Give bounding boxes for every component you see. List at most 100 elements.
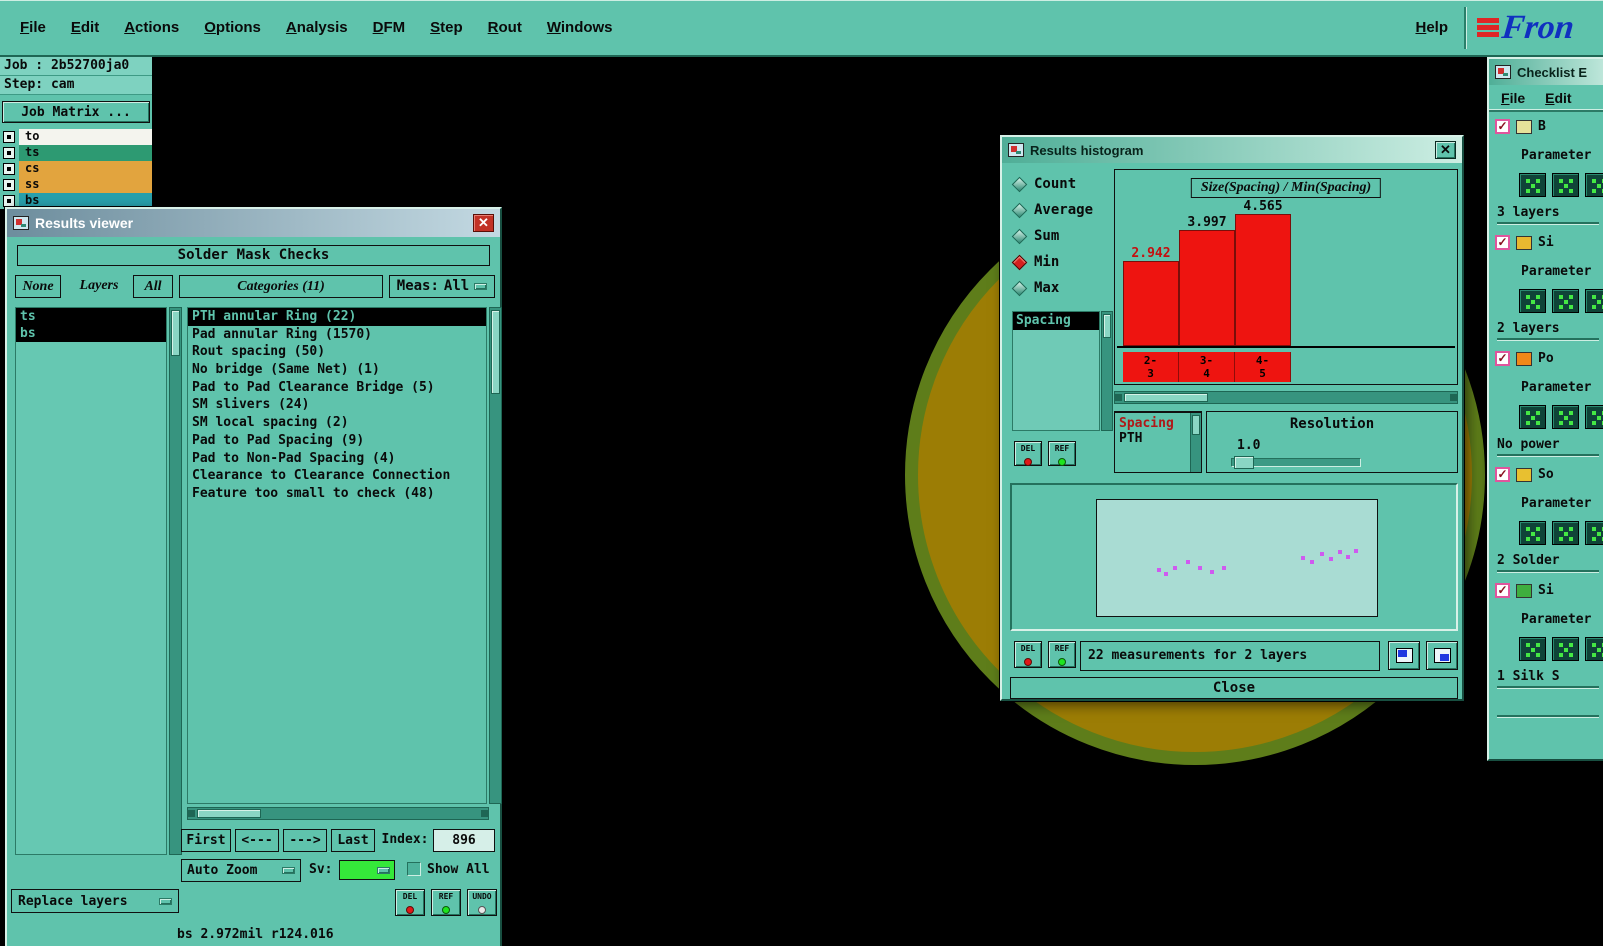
chart-hscrollbar[interactable] <box>1114 391 1458 404</box>
ref-button[interactable]: REF <box>1048 641 1076 668</box>
checklist-titlebar[interactable]: Checklist E <box>1489 59 1603 85</box>
action-icon-button[interactable] <box>1519 288 1546 313</box>
layer-checkbox-icon[interactable] <box>3 131 15 143</box>
stat-radio-max[interactable]: Max <box>1011 279 1093 297</box>
category-item[interactable]: Pad to Pad Clearance Bridge (5) <box>188 379 486 397</box>
summary-field[interactable]: 2 layers <box>1497 320 1599 340</box>
action-icon-button[interactable] <box>1519 520 1546 545</box>
measure-sub-list[interactable]: Spacing PTH <box>1114 411 1202 473</box>
scrollbar-thumb[interactable] <box>491 310 500 394</box>
close-icon[interactable] <box>473 214 494 232</box>
menu-analysis[interactable]: Analysis <box>286 19 348 36</box>
layer-checkbox-icon[interactable] <box>3 179 15 191</box>
zoom-to-measurement-button[interactable] <box>1388 641 1420 670</box>
parameter-label[interactable]: Parameter <box>1521 380 1591 395</box>
categories-button[interactable]: Categories (11) <box>179 275 383 298</box>
checkbox-checked-icon[interactable]: ✓ <box>1495 583 1510 598</box>
category-item[interactable]: Pad annular Ring (1570) <box>188 326 486 344</box>
action-icon-button[interactable] <box>1585 520 1603 545</box>
menu-rout[interactable]: Rout <box>488 19 522 36</box>
meas-dropdown[interactable]: Meas: All <box>389 275 495 298</box>
summary-field[interactable]: No power <box>1497 436 1599 456</box>
layer-list-item[interactable]: ts <box>16 308 166 325</box>
checklist-menu-file[interactable]: File <box>1501 90 1525 106</box>
summary-field[interactable]: 1 Silk S <box>1497 668 1599 688</box>
menu-options[interactable]: Options <box>204 19 261 36</box>
filter-all-button[interactable]: All <box>133 275 173 298</box>
close-icon[interactable] <box>1435 141 1456 159</box>
category-list[interactable]: PTH annular Ring (22) Pad annular Ring (1… <box>187 307 487 804</box>
undo-button[interactable]: UNDO <box>467 889 497 916</box>
close-button[interactable]: Close <box>1010 677 1458 699</box>
job-layer-row[interactable]: ss <box>0 177 152 193</box>
job-layer-row[interactable]: to <box>0 129 152 145</box>
menu-windows[interactable]: Windows <box>547 19 613 36</box>
sub-list-scrollbar[interactable] <box>1190 413 1201 472</box>
preview-viewport[interactable] <box>1096 499 1378 617</box>
action-icon-button[interactable] <box>1519 172 1546 197</box>
action-icon-button[interactable] <box>1552 636 1579 661</box>
auto-zoom-dropdown[interactable]: Auto Zoom <box>181 859 301 882</box>
del-button[interactable]: DEL <box>1014 641 1042 668</box>
checklist-menu-edit[interactable]: Edit <box>1545 90 1571 106</box>
summary-field[interactable] <box>1497 697 1599 717</box>
menu-help[interactable]: Help <box>1415 19 1448 36</box>
category-item[interactable]: PTH annular Ring (22) <box>188 308 486 326</box>
menu-actions[interactable]: Actions <box>124 19 179 36</box>
parameter-label[interactable]: Parameter <box>1521 496 1591 511</box>
show-all-checkbox[interactable] <box>407 862 421 876</box>
action-icon-button[interactable] <box>1552 520 1579 545</box>
job-layer-row[interactable]: ts <box>0 145 152 161</box>
scrollbar-thumb[interactable] <box>197 809 261 818</box>
summary-field[interactable]: 2 Solder <box>1497 552 1599 572</box>
layer-list-scrollbar[interactable] <box>169 307 182 855</box>
next-button[interactable]: ---> <box>283 829 327 852</box>
category-item[interactable]: SM slivers (24) <box>188 396 486 414</box>
layer-list-item[interactable]: bs <box>16 325 166 342</box>
checkbox-checked-icon[interactable]: ✓ <box>1495 119 1510 134</box>
ref-button[interactable]: REF <box>1048 441 1076 466</box>
category-list-scrollbar[interactable] <box>489 307 502 804</box>
filter-layers-button[interactable]: Layers <box>65 275 133 298</box>
category-item[interactable]: Pad to Pad Spacing (9) <box>188 432 486 450</box>
replace-layers-dropdown[interactable]: Replace layers <box>11 889 179 913</box>
action-icon-button[interactable] <box>1552 288 1579 313</box>
scrollbar-thumb[interactable] <box>1124 393 1208 402</box>
index-field[interactable]: 896 <box>433 829 495 852</box>
layer-checkbox-icon[interactable] <box>3 195 15 207</box>
filter-none-button[interactable]: None <box>15 275 61 298</box>
stat-radio-count[interactable]: Count <box>1011 175 1093 193</box>
previous-button[interactable]: <--- <box>235 829 279 852</box>
action-icon-button[interactable] <box>1585 636 1603 661</box>
first-button[interactable]: First <box>181 829 231 852</box>
checkbox-checked-icon[interactable]: ✓ <box>1495 235 1510 250</box>
layer-checkbox-icon[interactable] <box>3 147 15 159</box>
slider-thumb[interactable] <box>1234 456 1254 469</box>
menu-step[interactable]: Step <box>430 19 463 36</box>
category-item[interactable]: SM local spacing (2) <box>188 414 486 432</box>
del-button[interactable]: DEL <box>1014 441 1042 466</box>
category-list-hscrollbar[interactable] <box>187 807 489 820</box>
job-matrix-button[interactable]: Job Matrix ... <box>2 101 150 123</box>
parameter-label[interactable]: Parameter <box>1521 264 1591 279</box>
action-icon-button[interactable] <box>1519 404 1546 429</box>
last-button[interactable]: Last <box>331 829 375 852</box>
measure-list-item[interactable]: Spacing <box>1013 312 1099 330</box>
pan-to-measurement-button[interactable] <box>1426 641 1458 670</box>
action-icon-button[interactable] <box>1519 636 1546 661</box>
scrollbar-thumb[interactable] <box>1103 314 1111 338</box>
results-viewer-titlebar[interactable]: Results viewer <box>7 209 500 237</box>
checkbox-checked-icon[interactable]: ✓ <box>1495 351 1510 366</box>
measure-list-scrollbar[interactable] <box>1101 311 1113 431</box>
action-icon-button[interactable] <box>1552 404 1579 429</box>
action-icon-button[interactable] <box>1585 172 1603 197</box>
category-item[interactable]: Pad to Non-Pad Spacing (4) <box>188 450 486 468</box>
category-item[interactable]: Rout spacing (50) <box>188 343 486 361</box>
ref-button[interactable]: REF <box>431 889 461 916</box>
sub-list-pth[interactable]: PTH <box>1115 431 1201 446</box>
stat-radio-average[interactable]: Average <box>1011 201 1093 219</box>
sv-color-dropdown[interactable] <box>339 860 395 880</box>
stat-radio-sum[interactable]: Sum <box>1011 227 1093 245</box>
summary-field[interactable]: 3 layers <box>1497 204 1599 224</box>
resolution-slider[interactable] <box>1231 456 1361 469</box>
